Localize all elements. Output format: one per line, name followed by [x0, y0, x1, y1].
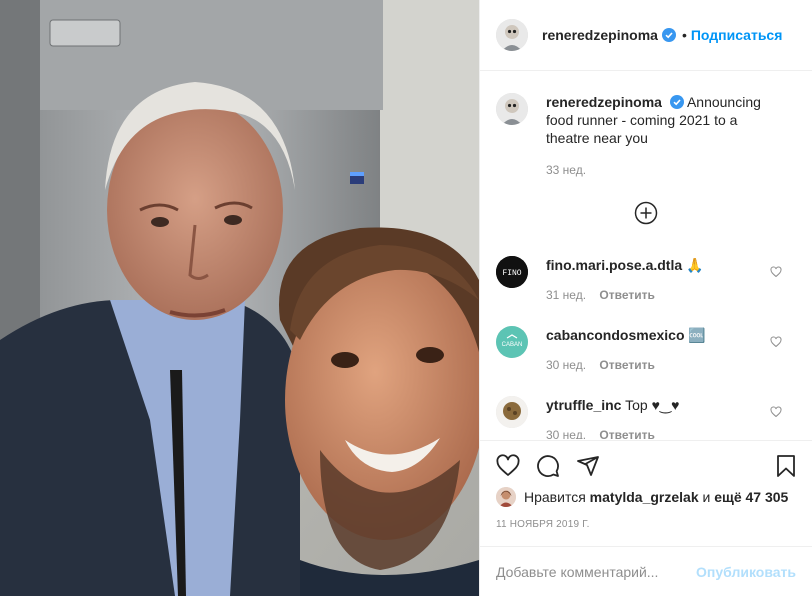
caption-username[interactable]: reneredzepinoma: [546, 94, 662, 110]
comment-time[interactable]: 31 нед.: [546, 288, 586, 302]
likes-middle: и: [702, 489, 711, 505]
post-actions-section: Нравится matylda_grzelak и ещё 47 305 11…: [480, 440, 812, 596]
caption-time[interactable]: 33 нед.: [546, 163, 586, 177]
svg-text:FINO: FINO: [502, 269, 521, 278]
comment-composer: Опубликовать: [480, 546, 812, 597]
verified-badge-icon: [669, 95, 684, 109]
separator-dot: •: [681, 27, 687, 43]
reply-button[interactable]: Ответить: [599, 288, 654, 302]
follow-button[interactable]: Подписаться: [691, 27, 783, 43]
like-comment-heart-icon[interactable]: [770, 266, 782, 278]
like-comment-heart-icon[interactable]: [770, 406, 782, 418]
verified-badge-icon: [661, 28, 676, 42]
comment-input[interactable]: [496, 564, 697, 580]
commenter-username[interactable]: ytruffle_inc: [546, 397, 621, 413]
comment-time[interactable]: 30 нед.: [546, 428, 586, 439]
commenter-username[interactable]: fino.mari.pose.a.dtla: [546, 257, 682, 273]
heart-icon[interactable]: [496, 454, 520, 478]
comments-list[interactable]: reneredzepinoma Announcing food runner -…: [480, 72, 812, 439]
liker-username[interactable]: matylda_grzelak: [590, 489, 699, 505]
comment-text: 🆒: [688, 327, 706, 343]
reply-button[interactable]: Ответить: [599, 428, 654, 439]
post-photo[interactable]: [0, 0, 479, 596]
commenter-username[interactable]: cabancondosmexico: [546, 327, 685, 343]
publish-button[interactable]: Опубликовать: [696, 564, 796, 580]
caption-avatar[interactable]: [496, 93, 528, 125]
comment-text: Top ♥‿♥: [625, 397, 680, 413]
post-date[interactable]: 11 ноября 2019 г.: [496, 519, 590, 530]
likes-prefix: Нравится: [524, 489, 586, 505]
reply-button[interactable]: Ответить: [599, 358, 654, 372]
comment-item: CABAN cabancondosmexico 🆒 30 нед. Ответи…: [496, 326, 796, 372]
share-icon[interactable]: [576, 454, 600, 478]
author-username[interactable]: reneredzepinoma: [542, 27, 658, 43]
plus-circle-icon[interactable]: [634, 201, 658, 225]
post-header: reneredzepinoma • Подписаться: [480, 0, 812, 71]
comment-icon[interactable]: [536, 454, 560, 478]
liker-avatar[interactable]: [496, 487, 516, 507]
post-side-panel: reneredzepinoma • Подписаться reneredzep…: [479, 0, 812, 596]
comment-time[interactable]: 30 нед.: [546, 358, 586, 372]
likes-summary: Нравится matylda_grzelak и ещё 47 305: [496, 487, 788, 507]
bookmark-icon[interactable]: [774, 454, 798, 478]
instagram-post-modal: reneredzepinoma • Подписаться reneredzep…: [0, 0, 812, 596]
comment-item: ytruffle_inc Top ♥‿♥ 30 нед. Ответить: [496, 396, 796, 439]
commenter-avatar[interactable]: [496, 396, 528, 428]
comment-item: FINO fino.mari.pose.a.dtla 🙏 31 нед. Отв…: [496, 256, 796, 302]
caption-item: reneredzepinoma Announcing food runner -…: [496, 93, 796, 177]
comment-text: 🙏: [686, 257, 704, 273]
selfie-photo-image: [0, 0, 479, 596]
svg-text:CABAN: CABAN: [502, 342, 523, 348]
like-comment-heart-icon[interactable]: [770, 336, 782, 348]
commenter-avatar[interactable]: FINO: [496, 256, 528, 288]
author-avatar[interactable]: [496, 19, 528, 51]
commenter-avatar[interactable]: CABAN: [496, 326, 528, 358]
likes-count[interactable]: ещё 47 305: [714, 489, 788, 505]
